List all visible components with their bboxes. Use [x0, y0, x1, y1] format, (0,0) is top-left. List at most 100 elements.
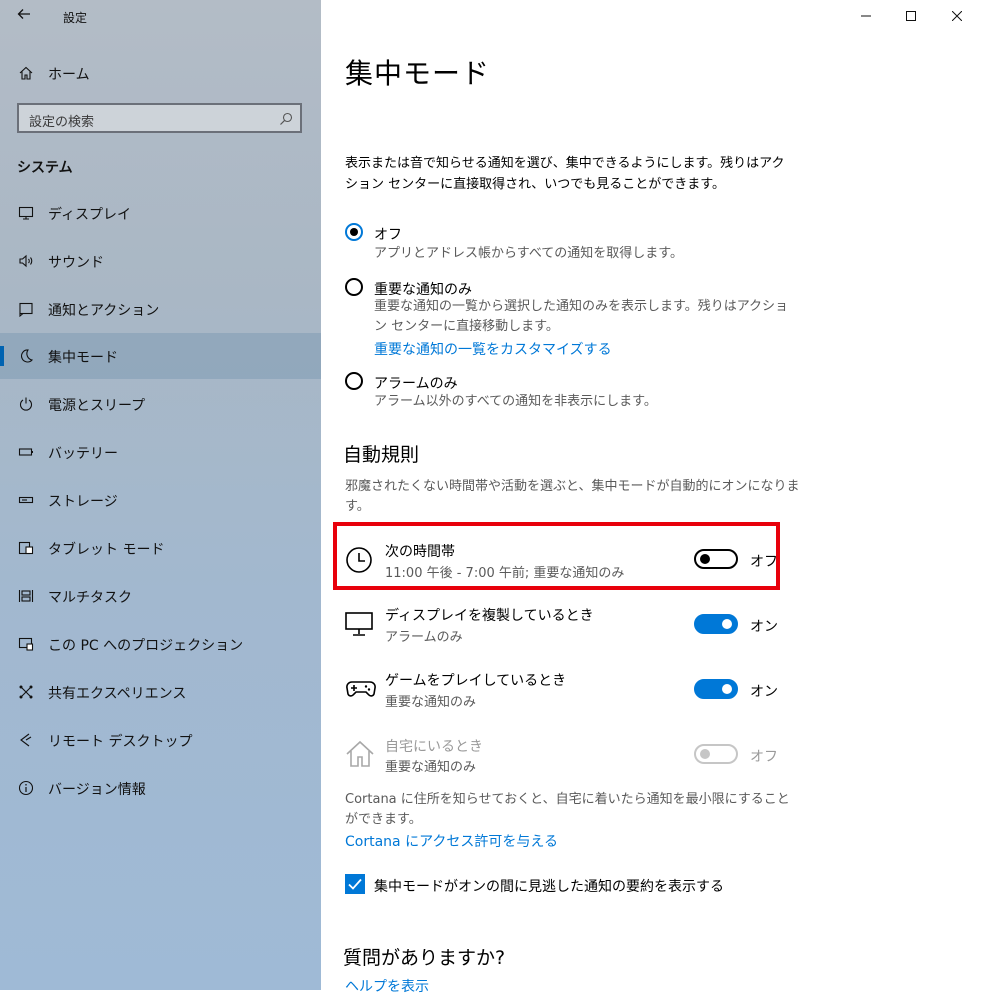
- rule-schedule-sub: 11:00 午後 - 7:00 午前; 重要な通知のみ: [385, 566, 625, 581]
- sidebar-item-label: ディスプレイ: [48, 207, 132, 223]
- app-title: 設定: [63, 11, 88, 25]
- sidebar-item-projection[interactable]: この PC へのプロジェクション: [0, 621, 321, 667]
- sidebar-item-label: バッテリー: [48, 446, 118, 462]
- maximize-button[interactable]: [888, 0, 934, 32]
- sidebar-item-label: 通知とアクション: [48, 303, 160, 319]
- sidebar-item-storage[interactable]: ストレージ: [0, 477, 321, 523]
- monitor-icon: [16, 203, 36, 223]
- main-content: 集中モード 表示または音で知らせる通知を選び、集中できるようにします。残りはアク…: [321, 0, 981, 995]
- minimize-icon: [861, 15, 871, 17]
- rule-home-title: 自宅にいるとき: [385, 739, 483, 755]
- sidebar: 設定 ホーム 設定の検索 システム ディスプレイ サウンド 通知とアクション 集…: [0, 0, 321, 990]
- sidebar-item-notifications[interactable]: 通知とアクション: [0, 286, 321, 332]
- help-link[interactable]: ヘルプを表示: [345, 976, 429, 996]
- search-input[interactable]: 設定の検索: [29, 111, 94, 130]
- moon-icon: [16, 346, 36, 366]
- toggle-knob: [722, 684, 732, 694]
- radio-priority-only[interactable]: [345, 278, 363, 296]
- cortana-permission-link[interactable]: Cortana にアクセス許可を与える: [345, 831, 558, 851]
- rule-game-toggle[interactable]: [694, 679, 738, 699]
- option-priority-label[interactable]: 重要な通知のみ: [374, 279, 472, 299]
- sidebar-item-label: この PC へのプロジェクション: [48, 638, 244, 654]
- rule-display-toggle[interactable]: [694, 614, 738, 634]
- sidebar-item-battery[interactable]: バッテリー: [0, 429, 321, 475]
- radio-off[interactable]: [345, 223, 363, 241]
- option-off-label[interactable]: オフ: [374, 224, 402, 244]
- tablet-icon: [16, 538, 36, 558]
- sidebar-item-label: サウンド: [48, 255, 104, 271]
- summary-checkbox-label[interactable]: 集中モードがオンの間に見逃した通知の要約を表示する: [374, 876, 724, 896]
- back-button[interactable]: [10, 4, 38, 28]
- clock-icon: [345, 545, 375, 575]
- sidebar-item-label: ストレージ: [48, 494, 118, 510]
- search-icon[interactable]: [278, 111, 294, 127]
- monitor-icon: [345, 609, 375, 639]
- auto-rules-desc: 邪魔されたくない時間帯や活動を選ぶと、集中モードが自動的にオンになります。: [345, 479, 800, 514]
- sidebar-item-label: 集中モード: [48, 350, 118, 366]
- remote-icon: [16, 730, 36, 750]
- home-label: ホーム: [48, 67, 90, 83]
- page-title: 集中モード: [345, 57, 491, 90]
- sidebar-section-title: システム: [17, 160, 73, 176]
- rule-home-sub: 重要な通知のみ: [385, 760, 477, 775]
- sidebar-item-about[interactable]: バージョン情報: [0, 765, 321, 811]
- summary-checkbox[interactable]: [345, 874, 365, 894]
- auto-rules-heading: 自動規則: [343, 444, 420, 466]
- storage-icon: [16, 490, 36, 510]
- rule-game-sub: 重要な通知のみ: [385, 695, 477, 710]
- maximize-icon: [906, 11, 916, 21]
- sidebar-item-sound[interactable]: サウンド: [0, 238, 321, 284]
- sidebar-item-label: 電源とスリープ: [48, 398, 146, 414]
- option-alarms-desc: アラーム以外のすべての通知を非表示にします。: [374, 394, 657, 409]
- cortana-note: Cortana に住所を知らせておくと、自宅に着いたら通知を最小限にすることがで…: [345, 792, 790, 827]
- gamepad-icon: [345, 674, 376, 704]
- radio-dot: [350, 228, 358, 236]
- power-icon: [16, 394, 36, 414]
- sidebar-item-focus-assist[interactable]: 集中モード: [0, 333, 321, 379]
- share-icon: [16, 682, 36, 702]
- active-indicator: [0, 346, 4, 366]
- checkmark-icon: [348, 878, 362, 890]
- rule-schedule-toggle[interactable]: [694, 549, 738, 569]
- settings-window: 設定 ホーム 設定の検索 システム ディスプレイ サウンド 通知とアクション 集…: [0, 0, 981, 995]
- radio-alarms-only[interactable]: [345, 372, 363, 390]
- multitask-icon: [16, 586, 36, 606]
- sidebar-item-display[interactable]: ディスプレイ: [0, 190, 321, 236]
- rule-home-toggle: [694, 744, 738, 764]
- sidebar-item-multitask[interactable]: マルチタスク: [0, 573, 321, 619]
- speaker-icon: [16, 251, 36, 271]
- rule-display-state: オン: [750, 619, 778, 635]
- option-priority-desc: 重要な通知の一覧から選択した通知のみを表示します。残りはアクション センターに直…: [374, 299, 789, 334]
- sidebar-item-shared-experiences[interactable]: 共有エクスペリエンス: [0, 669, 321, 715]
- rule-display-sub: アラームのみ: [385, 630, 463, 645]
- sidebar-item-tablet[interactable]: タブレット モード: [0, 525, 321, 571]
- option-alarms-label[interactable]: アラームのみ: [374, 373, 458, 393]
- close-button[interactable]: [934, 0, 980, 32]
- rule-schedule-state: オフ: [750, 554, 778, 570]
- home-icon: [345, 739, 375, 769]
- toggle-knob: [722, 619, 732, 629]
- sidebar-item-power[interactable]: 電源とスリープ: [0, 381, 321, 427]
- close-icon: [952, 11, 962, 21]
- back-arrow-icon: [17, 9, 30, 19]
- minimize-button[interactable]: [843, 0, 889, 32]
- battery-icon: [16, 442, 36, 462]
- toggle-knob: [700, 554, 710, 564]
- sidebar-item-label: タブレット モード: [48, 542, 165, 558]
- questions-heading: 質問がありますか?: [343, 947, 506, 969]
- sidebar-item-remote-desktop[interactable]: リモート デスクトップ: [0, 717, 321, 763]
- rule-game-title[interactable]: ゲームをプレイしているとき: [385, 670, 566, 690]
- info-icon: [16, 778, 36, 798]
- customize-priority-link[interactable]: 重要な通知の一覧をカスタマイズする: [374, 339, 612, 359]
- rule-game-state: オン: [750, 684, 778, 700]
- sidebar-item-home[interactable]: ホーム: [0, 56, 321, 90]
- rule-schedule-title[interactable]: 次の時間帯: [385, 541, 455, 561]
- search-box[interactable]: 設定の検索: [17, 103, 302, 133]
- sidebar-item-label: 共有エクスペリエンス: [48, 686, 187, 702]
- projection-icon: [16, 634, 36, 654]
- rule-display-title[interactable]: ディスプレイを複製しているとき: [385, 605, 594, 625]
- sidebar-item-label: バージョン情報: [48, 782, 146, 798]
- intro-text: 表示または音で知らせる通知を選び、集中できるようにします。残りはアクション セン…: [345, 156, 785, 192]
- notification-icon: [16, 299, 36, 319]
- option-off-desc: アプリとアドレス帳からすべての通知を取得します。: [374, 246, 684, 261]
